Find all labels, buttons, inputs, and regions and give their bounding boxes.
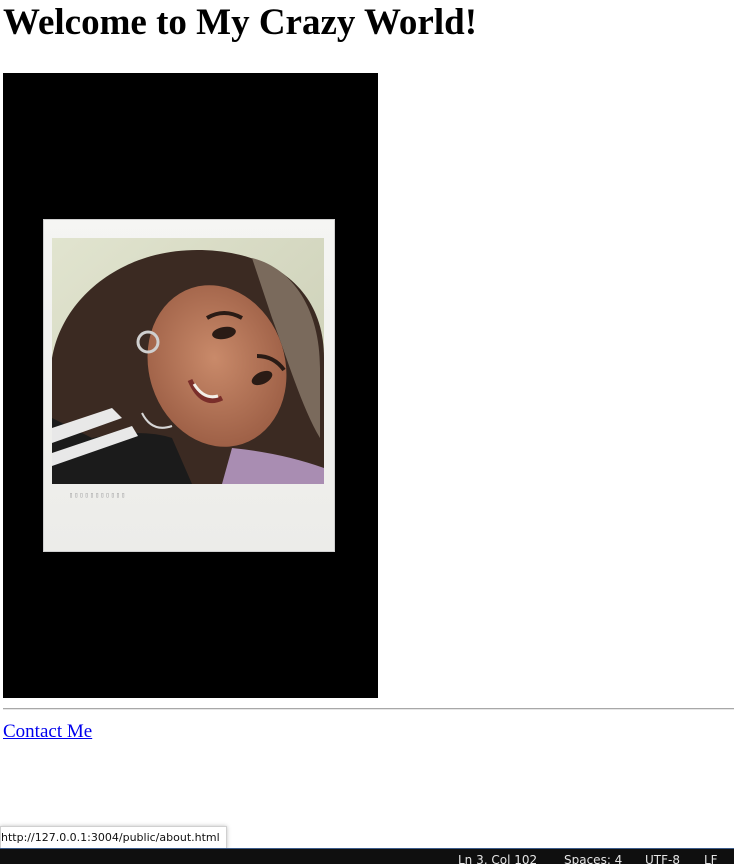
cursor-position[interactable]: Ln 3, Col 102 bbox=[458, 853, 537, 864]
encoding-setting[interactable]: UTF-8 bbox=[645, 853, 680, 864]
horizontal-rule bbox=[3, 708, 734, 710]
polaroid-edge-print: ▯▯▯▯▯▯▯▯▯▯▯ bbox=[69, 491, 127, 499]
page-title: Welcome to My Crazy World! bbox=[3, 2, 478, 43]
portrait-image bbox=[52, 238, 324, 484]
indentation-setting[interactable]: Spaces: 4 bbox=[564, 853, 622, 864]
profile-photo: ▯▯▯▯▯▯▯▯▯▯▯ bbox=[3, 73, 378, 698]
polaroid-frame: ▯▯▯▯▯▯▯▯▯▯▯ bbox=[43, 219, 335, 552]
line-ending-setting[interactable]: LF bbox=[704, 853, 718, 864]
editor-status-bar: Ln 3, Col 102 Spaces: 4 UTF-8 LF bbox=[0, 848, 734, 864]
hover-url-tooltip: http://127.0.0.1:3004/public/about.html bbox=[0, 826, 227, 849]
contact-me-link[interactable]: Contact Me bbox=[3, 720, 92, 744]
